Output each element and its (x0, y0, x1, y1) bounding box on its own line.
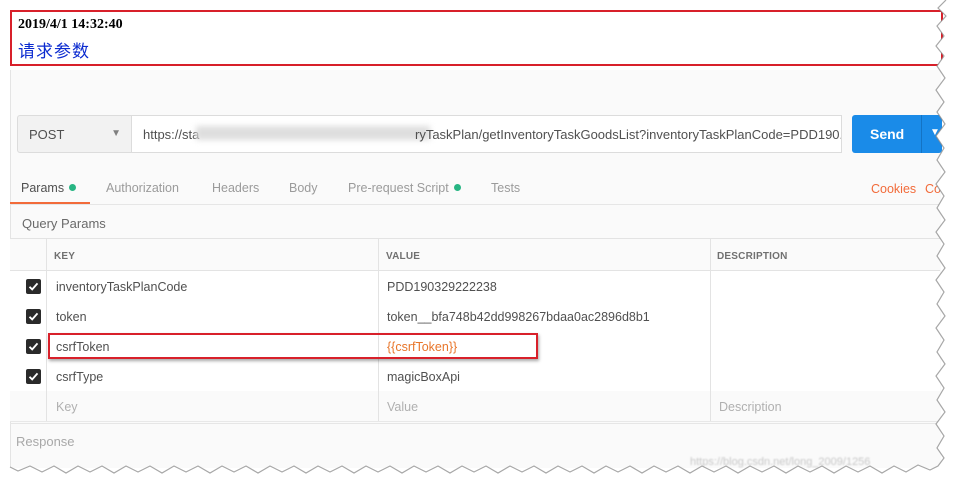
torn-edge-frame (9, 0, 962, 484)
